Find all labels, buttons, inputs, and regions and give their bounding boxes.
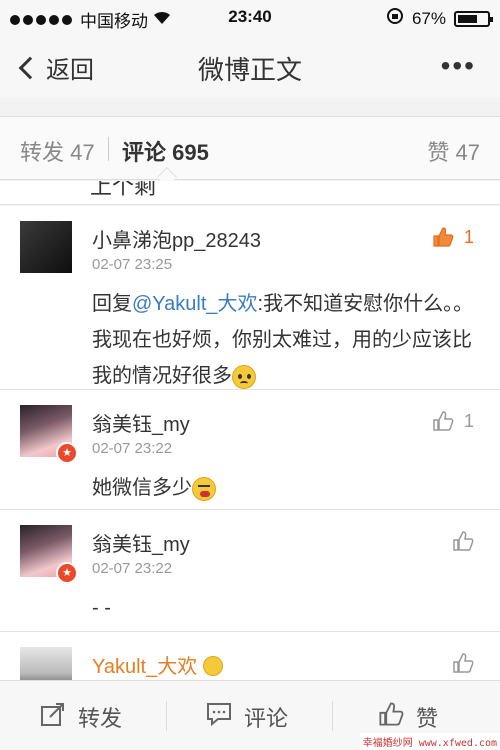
thumbs-up-icon (452, 530, 474, 552)
comment-body: 她微信多少 (92, 477, 192, 499)
status-right: 67% (386, 7, 493, 30)
comment-button[interactable]: 评论 (206, 701, 288, 733)
like-count: 1 (463, 226, 474, 247)
vip-badge-icon: ★ (56, 562, 78, 584)
like-button[interactable] (452, 652, 474, 674)
comment-body: - - (92, 597, 111, 619)
bottom-divider (332, 701, 333, 731)
comment-label: 评论 (244, 706, 289, 731)
like-button[interactable]: 1 (432, 226, 474, 248)
comment-icon (206, 701, 232, 733)
like-button[interactable] (452, 530, 474, 552)
comment-item[interactable]: ★ 翁美钰_my 02-07 23:22 1 她微信多少 (0, 390, 500, 510)
comment-item[interactable]: 小鼻涕泡pp_28243 02-07 23:25 1 回复@Yakult_大欢:… (0, 206, 500, 390)
repost-label: 转发 (78, 706, 123, 731)
tab-like[interactable]: 赞 47 (427, 135, 480, 167)
comment-item[interactable]: Yakult_大欢 (0, 632, 500, 682)
status-bar: 中国移动 23:40 67% (0, 0, 500, 36)
mention-link[interactable]: @Yakult_大欢 (132, 293, 258, 315)
bottom-divider (166, 701, 167, 731)
partial-comment: 上个剩 (0, 181, 500, 205)
comment-item[interactable]: ★ 翁美钰_my 02-07 23:22 - - (0, 510, 500, 632)
repost-button[interactable]: 转发 (40, 701, 122, 733)
like-count: 1 (463, 410, 474, 431)
comment-username[interactable]: 翁美钰_my (92, 408, 190, 437)
tab-repost[interactable]: 转发 47 (20, 135, 95, 167)
more-icon[interactable]: ••• (441, 50, 476, 82)
thumbs-up-icon (432, 226, 454, 248)
crown-emoji-icon (203, 656, 224, 676)
comment-time: 02-07 23:25 (92, 256, 173, 273)
share-icon (40, 701, 66, 733)
reply-prefix: 回复 (92, 293, 132, 315)
comment-time: 02-07 23:22 (92, 560, 173, 577)
avatar[interactable] (20, 221, 72, 273)
page-title: 微博正文 (197, 55, 302, 85)
comment-text: 回复@Yakult_大欢:我不知道安慰你什么。。我现在也好烦，你别太难过，用的少… (92, 286, 482, 394)
bottom-action-bar: 转发 评论 赞 幸福婚纱网 www.xfwed.com (0, 680, 500, 750)
nav-bar: 返回 微博正文 ••• (0, 36, 500, 98)
vip-badge-icon: ★ (56, 442, 78, 464)
angry-face-emoji-icon (192, 476, 216, 501)
comment-username[interactable]: Yakult_大欢 (92, 650, 224, 679)
thumbs-up-icon (452, 652, 474, 674)
partial-comment-text: 上个剩 (90, 181, 157, 199)
thumbs-up-icon (432, 410, 454, 432)
comment-username[interactable]: 翁美钰_my (92, 528, 190, 557)
battery-percent: 67% (411, 8, 446, 28)
rotation-lock-icon (386, 7, 404, 30)
comment-text: 她微信多少 (92, 470, 482, 506)
like-button[interactable]: 1 (432, 410, 474, 432)
post-tabs: 转发 47 评论 695 赞 47 (0, 116, 500, 187)
comment-time: 02-07 23:22 (92, 440, 173, 457)
comment-username-text: Yakult_大欢 (92, 656, 198, 678)
sad-face-emoji-icon (232, 364, 256, 389)
tab-comment[interactable]: 评论 695 (122, 135, 209, 167)
tab-divider (108, 137, 109, 161)
like-post-button[interactable]: 赞 (378, 701, 438, 733)
thumbs-up-icon (378, 701, 404, 733)
avatar[interactable] (20, 647, 72, 682)
watermark: 幸福婚纱网 www.xfwed.com (359, 733, 500, 750)
battery-icon (454, 10, 493, 27)
comment-text: - - (92, 590, 482, 626)
comment-username[interactable]: 小鼻涕泡pp_28243 (92, 224, 261, 253)
like-label: 赞 (416, 706, 439, 731)
